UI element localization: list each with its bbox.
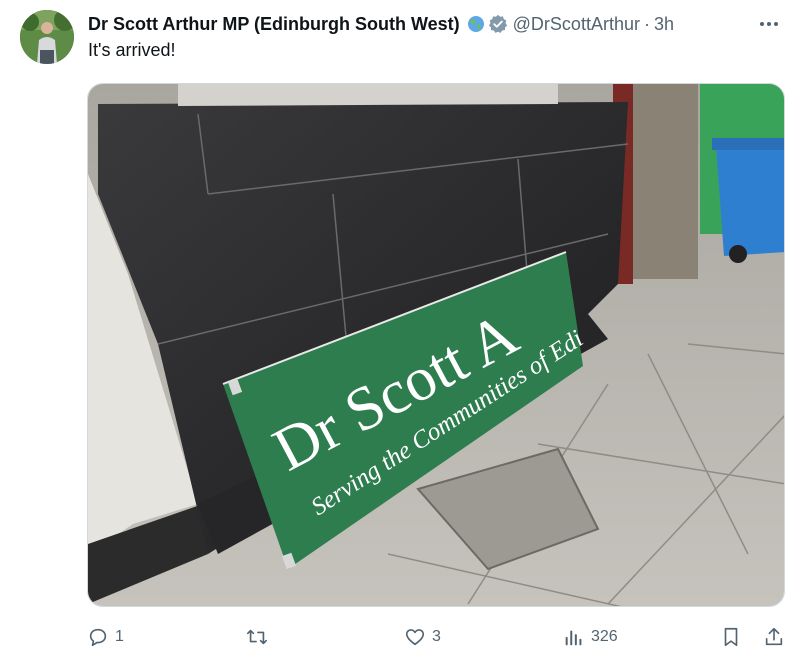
- reply-count: 1: [115, 628, 124, 645]
- bookmark-icon: [720, 626, 742, 648]
- avatar-photo: [20, 10, 74, 64]
- tweet-text: It's arrived!: [88, 40, 176, 60]
- more-options-icon[interactable]: [756, 12, 782, 36]
- views-count: 326: [591, 628, 618, 645]
- share-button[interactable]: [763, 622, 785, 652]
- author-handle[interactable]: @DrScottArthur: [513, 14, 640, 35]
- views-button[interactable]: 326: [563, 622, 618, 652]
- separator-dot: ·: [643, 13, 650, 34]
- retweet-icon: [245, 626, 267, 648]
- tweet-header: Dr Scott Arthur MP (Edinburgh South West…: [88, 12, 782, 36]
- globe-emoji-icon: [467, 15, 485, 33]
- author-display-name[interactable]: Dr Scott Arthur MP (Edinburgh South West…: [88, 14, 460, 35]
- verified-badge-icon[interactable]: [488, 14, 508, 34]
- tweet-timestamp[interactable]: 3h: [654, 14, 674, 35]
- reply-button[interactable]: 1: [87, 622, 124, 652]
- heart-icon: [404, 626, 426, 648]
- like-button[interactable]: 3: [404, 622, 441, 652]
- avatar[interactable]: [20, 10, 74, 64]
- bookmark-button[interactable]: [720, 622, 742, 652]
- retweet-button[interactable]: [245, 622, 273, 652]
- views-chart-icon: [563, 626, 585, 648]
- like-count: 3: [432, 628, 441, 645]
- tweet-media-photo[interactable]: Dr Scott A Serving the Communities of Ed…: [87, 83, 785, 607]
- reply-icon: [87, 626, 109, 648]
- tweet-action-bar: 1 3 326: [87, 622, 787, 652]
- share-icon: [763, 626, 785, 648]
